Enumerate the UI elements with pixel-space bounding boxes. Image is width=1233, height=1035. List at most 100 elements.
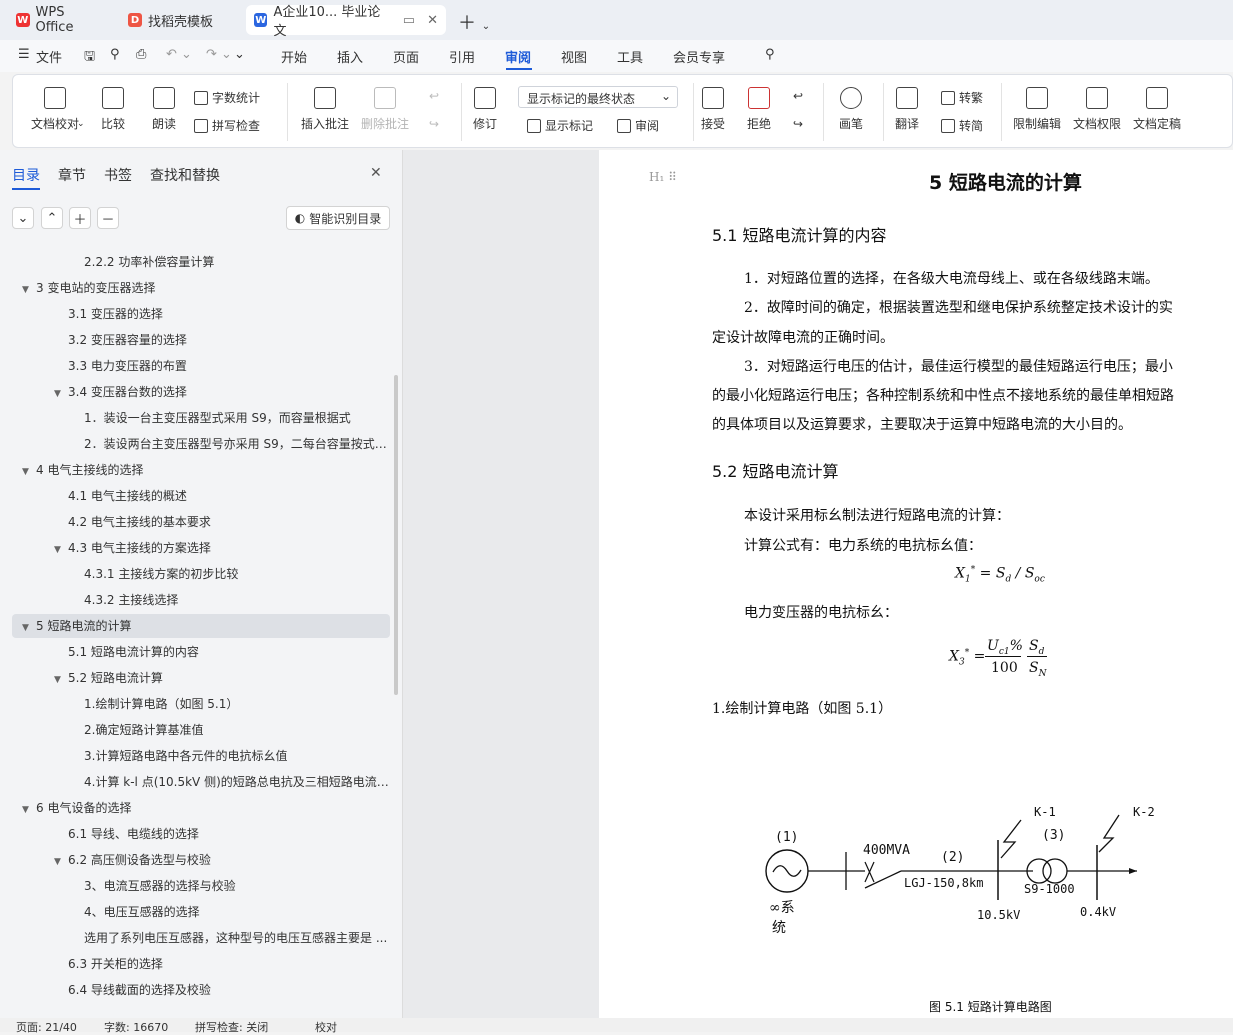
status-spell[interactable]: 拼写检查: 关闭	[195, 1019, 268, 1035]
to-traditional-button[interactable]: 转繁	[941, 89, 983, 106]
smart-toc-button[interactable]: ◐ 智能识别目录	[286, 206, 390, 230]
insert-comment-button[interactable]: 插入批注	[301, 87, 349, 132]
status-words[interactable]: 字数: 16670	[104, 1019, 168, 1035]
status-page[interactable]: 页面: 21/40	[16, 1019, 77, 1035]
next-change-icon[interactable]: ↪	[793, 117, 803, 131]
tab-find-replace[interactable]: 查找和替换	[150, 165, 220, 185]
toc-item[interactable]: 3.1 变压器的选择	[12, 302, 390, 326]
read-aloud-button[interactable]: 朗读	[152, 87, 176, 132]
toc-item[interactable]: 4.计算 k-l 点(10.5kV 侧)的短路总电抗及三相短路电流和 ...	[12, 770, 390, 794]
toc-item[interactable]: 3.2 变压器容量的选择	[12, 328, 390, 352]
collapse-up-button[interactable]: ⌃	[41, 207, 63, 229]
finalize-button[interactable]: 文档定稿	[1133, 87, 1181, 132]
print-preview-icon[interactable]: ⎙	[136, 47, 146, 62]
expand-toggle-icon[interactable]: ▼	[22, 616, 36, 638]
menu-insert[interactable]: 插入	[337, 47, 363, 66]
pen-button[interactable]: 画笔	[839, 87, 863, 132]
track-changes-button[interactable]: 修订	[473, 87, 497, 132]
menu-view[interactable]: 视图	[561, 47, 587, 66]
toc-item[interactable]: 2．装设两台主变压器型号亦采用 S9，二每台容量按式 3 ...	[12, 432, 390, 456]
toc-item[interactable]: 4.3.2 主接线选择	[12, 588, 390, 612]
accept-button[interactable]: 接受	[701, 87, 725, 132]
toc-item[interactable]: 2.2.2 功率补偿容量计算	[12, 250, 390, 274]
word-count-button[interactable]: 字数统计	[194, 89, 260, 106]
toc-item[interactable]: 4.1 电气主接线的概述	[12, 484, 390, 508]
toc-item[interactable]: ▼ 6 电气设备的选择	[12, 796, 390, 820]
remove-toc-button[interactable]: －	[97, 207, 119, 229]
spell-check-button[interactable]: 拼写检查	[194, 117, 260, 134]
more-icon[interactable]: ⌄	[234, 47, 245, 62]
menu-reference[interactable]: 引用	[449, 47, 475, 66]
tab-docer[interactable]: D 找稻壳模板	[120, 5, 240, 35]
hamburger-icon[interactable]: ☰	[18, 47, 30, 62]
toc-item[interactable]: ▼ 3.4 变压器台数的选择	[12, 380, 390, 404]
status-proof[interactable]: 校对	[315, 1019, 337, 1035]
to-simplified-button[interactable]: 转简	[941, 117, 983, 134]
close-icon[interactable]: ✕	[427, 13, 438, 28]
toc-item[interactable]: 5.1 短路电流计算的内容	[12, 640, 390, 664]
tab-chapter[interactable]: 章节	[58, 165, 86, 185]
prev-change-icon[interactable]: ↩	[793, 89, 803, 103]
expand-toggle-icon[interactable]: ▼	[54, 668, 68, 690]
expand-toggle-icon[interactable]: ▼	[22, 460, 36, 482]
tab-bookmark[interactable]: 书签	[104, 165, 132, 185]
toc-item[interactable]: ▼ 4 电气主接线的选择	[12, 458, 390, 482]
tab-wps-office[interactable]: W WPS Office	[8, 5, 112, 35]
prev-comment-icon[interactable]: ↩	[429, 89, 439, 103]
toc-item[interactable]: 3、电流互感器的选择与校验	[12, 874, 390, 898]
search-icon[interactable]: ⚲	[765, 47, 775, 62]
markup-state-select[interactable]: 显示标记的最终状态 ⌄	[518, 86, 678, 108]
compare-button[interactable]: 比较	[101, 87, 125, 132]
menu-page[interactable]: 页面	[393, 47, 419, 66]
toc-item[interactable]: ▼ 4.3 电气主接线的方案选择	[12, 536, 390, 560]
toc-item[interactable]: ▼ 6.2 高压侧设备选型与校验	[12, 848, 390, 872]
toc-item[interactable]: 6.3 开关柜的选择	[12, 952, 390, 976]
document-page[interactable]: H₁ ⠿ 5 短路电流的计算 5.1 短路电流计算的内容 1．对短路位置的选择，…	[599, 150, 1233, 1018]
menu-file[interactable]: 文件	[36, 47, 62, 66]
new-tab-icon[interactable]: ＋ ⌄	[458, 9, 490, 35]
toc-item[interactable]: 选用了系列电压互感器，这种型号的电压互感器主要是 ...	[12, 926, 390, 950]
scrollbar[interactable]	[394, 375, 398, 695]
menu-review[interactable]: 审阅	[505, 47, 531, 66]
redo-icon[interactable]: ↷ ⌄	[206, 47, 232, 62]
review-pane-button[interactable]: 审阅	[617, 117, 659, 134]
toc-item[interactable]: ▼ 5 短路电流的计算	[12, 614, 390, 638]
menu-home[interactable]: 开始	[281, 47, 307, 66]
toc-item[interactable]: ▼ 3 变电站的变压器选择	[12, 276, 390, 300]
heading-style-icon[interactable]: H₁ ⠿	[649, 170, 677, 184]
undo-icon[interactable]: ↶ ⌄	[166, 47, 192, 62]
doc-permission-button[interactable]: 文档权限	[1073, 87, 1121, 132]
tab-document[interactable]: W A企业10... 毕业论文 ▭ ✕	[246, 5, 446, 39]
toc-item[interactable]: 6.4 导线截面的选择及校验	[12, 978, 390, 1002]
toc-item[interactable]: 4.2 电气主接线的基本要求	[12, 510, 390, 534]
toc-item[interactable]: 3.3 电力变压器的布置	[12, 354, 390, 378]
close-panel-icon[interactable]: ✕	[370, 165, 382, 181]
reject-button[interactable]: 拒绝	[747, 87, 771, 132]
toc-item[interactable]: ▼ 5.2 短路电流计算	[12, 666, 390, 690]
toc-item[interactable]: 4、电压互感器的选择	[12, 900, 390, 924]
toc-item[interactable]: 1．装设一台主变压器型式采用 S9，而容量根据式	[12, 406, 390, 430]
toc-item[interactable]: 2.确定短路计算基准值	[12, 718, 390, 742]
save-icon[interactable]: 🖫	[84, 47, 95, 69]
toc-item[interactable]: 4.3.1 主接线方案的初步比较	[12, 562, 390, 586]
toc-item[interactable]: 1.绘制计算电路（如图 5.1）	[12, 692, 390, 716]
expand-toggle-icon[interactable]: ▼	[54, 382, 68, 404]
expand-toggle-icon[interactable]: ▼	[22, 798, 36, 820]
add-toc-button[interactable]: ＋	[69, 207, 91, 229]
restrict-edit-button[interactable]: 限制编辑	[1013, 87, 1061, 132]
expand-down-button[interactable]: ⌄	[12, 207, 34, 229]
expand-toggle-icon[interactable]: ▼	[22, 278, 36, 300]
translate-button[interactable]: 翻译	[895, 87, 919, 132]
proofread-button[interactable]: 文档校对	[31, 87, 79, 132]
menu-vip[interactable]: 会员专享	[673, 47, 725, 66]
show-markup-button[interactable]: 显示标记	[527, 117, 593, 134]
toc-item[interactable]: 3.计算短路电路中各元件的电抗标幺值	[12, 744, 390, 768]
tab-toc[interactable]: 目录	[12, 165, 40, 185]
share-icon[interactable]: ⚲	[110, 47, 120, 62]
toc-item[interactable]: 6.1 导线、电缆线的选择	[12, 822, 390, 846]
next-comment-icon[interactable]: ↪	[429, 117, 439, 131]
expand-toggle-icon[interactable]: ▼	[54, 850, 68, 872]
expand-toggle-icon[interactable]: ▼	[54, 538, 68, 560]
delete-comment-button[interactable]: 删除批注	[361, 87, 409, 132]
menu-tools[interactable]: 工具	[617, 47, 643, 66]
